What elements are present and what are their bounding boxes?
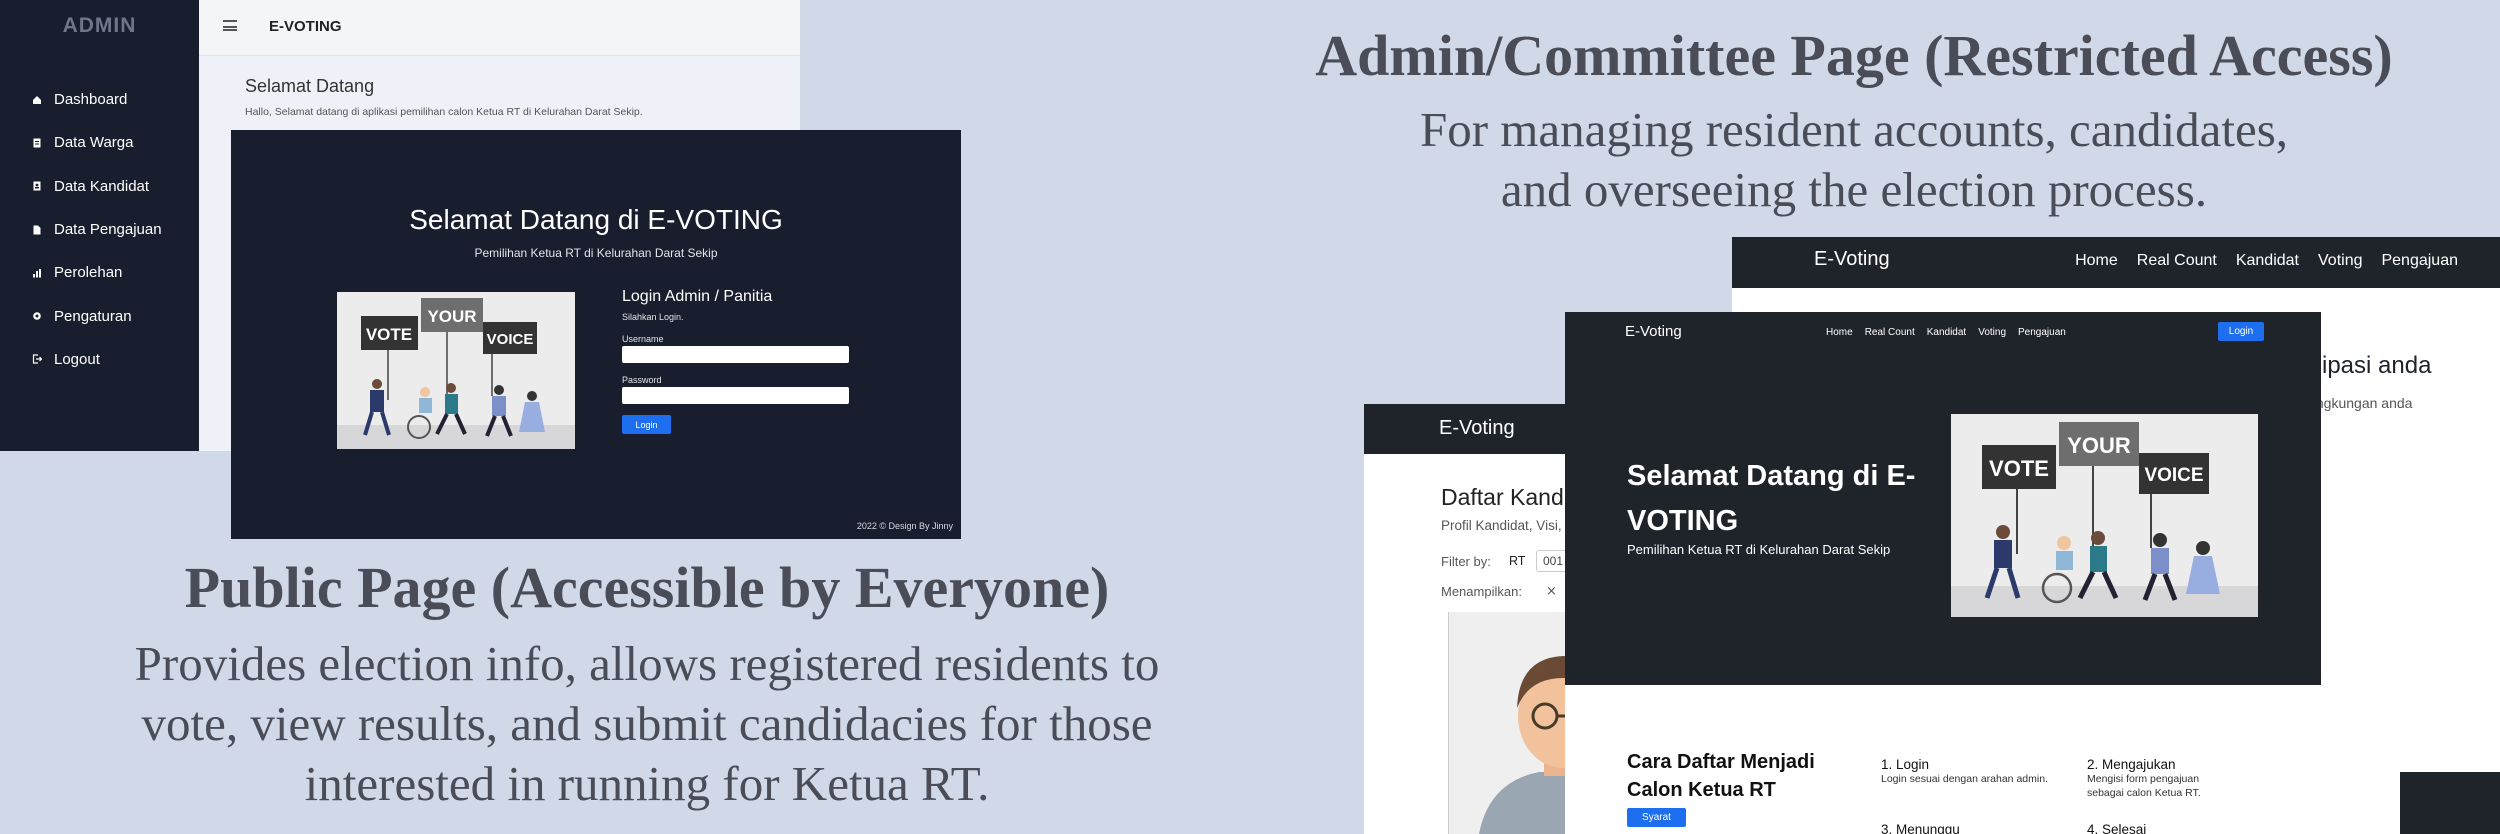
- sign-voice-text: VOICE: [2144, 465, 2203, 486]
- hero-illustration: VOTE YOUR VOICE: [1951, 414, 2258, 617]
- login-form-subtext: Silahkan Login.: [622, 312, 684, 322]
- public-mid-logo[interactable]: E-Voting: [1439, 417, 1515, 440]
- gear-icon: [33, 312, 41, 320]
- step-item: 2. Mengajukan Mengisi form pengajuan seb…: [2087, 757, 2227, 800]
- vote-your-voice-illustration: VOTE YOUR VOICE: [337, 298, 575, 449]
- logout-icon: [32, 354, 42, 365]
- step-title: 4. Selesai: [2087, 822, 2147, 834]
- sign-voice-text: VOICE: [487, 331, 534, 348]
- nav-link-home[interactable]: Home: [1826, 327, 1853, 338]
- step-item: 1. Login Login sesuai dengan arahan admi…: [1881, 757, 2071, 786]
- candidate-icon: [33, 181, 41, 191]
- public-caption-line-2: vote, view results, and submit candidaci…: [141, 696, 1153, 751]
- public-caption-line-3: interested in running for Ketua RT.: [304, 756, 990, 811]
- admin-brand: ADMIN: [62, 14, 137, 37]
- admin-topbar: E-VOTING: [199, 0, 800, 56]
- kandidat-heading: Daftar Kand: [1441, 484, 1564, 510]
- public-caption-line-1: Provides election info, allows registere…: [134, 636, 1160, 691]
- nav-link-real-count[interactable]: Real Count: [2137, 252, 2217, 270]
- bar-chart-icon: [33, 268, 41, 278]
- vote-illustration: VOTE YOUR VOICE: [337, 292, 575, 449]
- clear-filter-icon[interactable]: ×: [1546, 584, 1557, 599]
- step-item: 3. Menunggu: [1881, 822, 2071, 834]
- public-front-nav-links: Home Real Count Kandidat Voting Pengajua…: [1826, 327, 2066, 338]
- nav-link-real-count[interactable]: Real Count: [1865, 327, 1915, 338]
- sidebar-item-label: Perolehan: [54, 264, 123, 282]
- username-label: Username: [622, 334, 664, 344]
- step-item: 4. Selesai: [2087, 822, 2227, 834]
- public-login-button[interactable]: Login: [2218, 322, 2264, 341]
- filter-label: Filter by:: [1441, 554, 1491, 569]
- public-back-logo[interactable]: E-Voting: [1814, 248, 1890, 271]
- admin-caption-title: Admin/Committee Page (Restricted Access): [1315, 23, 2393, 88]
- nav-link-pengajuan[interactable]: Pengajuan: [2018, 327, 2066, 338]
- vote-your-voice-illustration: VOTE YOUR VOICE: [1951, 422, 2258, 617]
- sidebar-item-data-kandidat[interactable]: Data Kandidat: [32, 165, 162, 208]
- step-title: 3. Menunggu: [1881, 822, 1960, 834]
- sign-vote-text: VOTE: [1989, 456, 2049, 481]
- nav-link-home[interactable]: Home: [2075, 252, 2118, 270]
- username-input[interactable]: [622, 346, 849, 363]
- sidebar-item-logout[interactable]: Logout: [32, 338, 162, 381]
- admin-caption-description: For managing resident accounts, candidat…: [1220, 100, 2488, 220]
- register-section-title: Cara Daftar Menjadi Calon Ketua RT: [1627, 751, 1815, 801]
- login-form: Login Admin / Panitia Silahkan Login. Us…: [622, 288, 862, 434]
- sidebar-item-data-pengajuan[interactable]: Data Pengajuan: [32, 208, 162, 251]
- sidebar-item-data-warga[interactable]: Data Warga: [32, 121, 162, 164]
- admin-menu: Dashboard Data Warga Data Kandidat Data …: [32, 78, 162, 381]
- public-back-navbar: E-Voting Home Real Count Kandidat Voting…: [1732, 237, 2500, 288]
- step-description: Mengisi form pengajuan sebagai calon Ket…: [2087, 773, 2201, 799]
- welcome-text: Hallo, Selamat datang di aplikasi pemili…: [245, 106, 643, 118]
- login-subtitle: Pemilihan Ketua RT di Kelurahan Darat Se…: [474, 246, 718, 260]
- sign-vote-text: VOTE: [366, 325, 412, 344]
- admin-login-screenshot: Selamat Datang di E-VOTING Pemilihan Ket…: [231, 130, 961, 539]
- login-footer: 2022 © Design By Jinny: [856, 521, 953, 531]
- sidebar-item-label: Logout: [54, 350, 100, 368]
- home-icon: [33, 95, 41, 104]
- step-description: Login sesuai dengan arahan admin.: [1881, 773, 2048, 785]
- kandidat-subtext: Profil Kandidat, Visi,: [1441, 518, 1562, 533]
- document-icon: [33, 138, 41, 148]
- requirements-button[interactable]: Syarat: [1627, 808, 1686, 827]
- nav-link-kandidat[interactable]: Kandidat: [2236, 252, 2299, 270]
- public-back-nav-links: Home Real Count Kandidat Voting Pengajua…: [2075, 252, 2458, 270]
- welcome-heading: Selamat Datang: [245, 76, 375, 96]
- login-button[interactable]: Login: [622, 415, 671, 434]
- sidebar-item-pengaturan[interactable]: Pengaturan: [32, 294, 162, 337]
- admin-topbar-title: E-VOTING: [269, 18, 342, 35]
- admin-caption-line-1: For managing resident accounts, candidat…: [1419, 102, 2289, 157]
- file-icon: [33, 225, 41, 235]
- sidebar-item-label: Dashboard: [54, 91, 128, 109]
- sidebar-item-perolehan[interactable]: Perolehan: [32, 251, 162, 294]
- public-back-dark-block: [2400, 772, 2500, 834]
- public-front-logo[interactable]: E-Voting: [1625, 323, 1682, 340]
- showing-label: Menampilkan:: [1441, 584, 1522, 599]
- admin-caption-line-2: and overseeing the election process.: [1500, 162, 2208, 217]
- sidebar-item-label: Data Pengajuan: [54, 221, 162, 239]
- login-title: Selamat Datang di E-VOTING: [409, 204, 783, 235]
- password-label: Password: [622, 375, 662, 385]
- sidebar-item-label: Pengaturan: [54, 307, 132, 325]
- nav-link-voting[interactable]: Voting: [2318, 252, 2362, 270]
- public-caption-description: Provides election info, allows registere…: [40, 634, 1254, 814]
- nav-link-pengajuan[interactable]: Pengajuan: [2381, 252, 2458, 270]
- public-caption-title: Public Page (Accessible by Everyone): [184, 555, 1110, 620]
- sidebar-item-dashboard[interactable]: Dashboard: [32, 78, 162, 121]
- rt-filter-label: RT: [1509, 554, 1526, 568]
- nav-link-kandidat[interactable]: Kandidat: [1927, 327, 1966, 338]
- public-home-screenshot: E-Voting Home Real Count Kandidat Voting…: [1565, 312, 2321, 834]
- sign-your-text: YOUR: [2067, 433, 2131, 458]
- admin-sidebar: ADMIN Dashboard Data Warga Data Kandidat…: [0, 0, 199, 451]
- hero-subtitle: Pemilihan Ketua RT di Kelurahan Darat Se…: [1627, 542, 1891, 557]
- login-form-heading: Login Admin / Panitia: [622, 288, 773, 305]
- sidebar-item-label: Data Kandidat: [54, 177, 150, 195]
- step-title: 2. Mengajukan: [2087, 757, 2176, 772]
- hamburger-menu-icon[interactable]: [223, 20, 237, 31]
- step-title: 1. Login: [1881, 757, 1930, 772]
- sidebar-item-label: Data Warga: [54, 134, 134, 152]
- hero-title: Selamat Datang di E-VOTING: [1627, 460, 1916, 537]
- password-input[interactable]: [622, 387, 849, 404]
- sign-your-text: YOUR: [427, 307, 476, 326]
- nav-link-voting[interactable]: Voting: [1978, 327, 2006, 338]
